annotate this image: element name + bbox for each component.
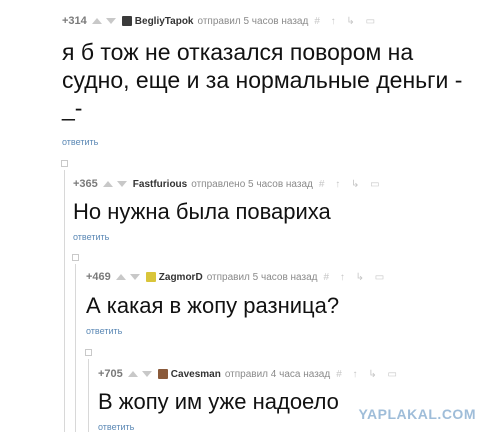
thread-line: [64, 170, 65, 432]
upvote-icon[interactable]: [102, 181, 113, 187]
thread-line: [75, 264, 76, 432]
collapse-toggle[interactable]: [85, 349, 92, 356]
site-watermark: YAPLAKAL.COM: [358, 406, 476, 422]
thread-line: [88, 359, 89, 432]
avatar[interactable]: [145, 272, 156, 282]
upvote-icon[interactable]: [115, 274, 126, 280]
comment-2-time: отправлено 5 часов назад: [191, 178, 313, 190]
comment-1-meta: +314 BegliyTapok отправил 5 часов назад …: [62, 15, 379, 27]
collapse-toggle[interactable]: [61, 160, 68, 167]
comment-1-tools[interactable]: # ↑ ↳ ▭: [314, 16, 379, 27]
comment-2-score: +365: [73, 178, 98, 190]
avatar[interactable]: [157, 369, 168, 379]
comment-1-reply-link[interactable]: ответить: [62, 137, 98, 147]
comment-4-score: +705: [98, 368, 123, 380]
comment-3-meta: +469 ZagmorD отправил 5 часов назад # ↑ …: [86, 271, 388, 283]
downvote-icon[interactable]: [105, 18, 116, 24]
avatar[interactable]: [121, 16, 132, 26]
comment-3-text: А какая в жопу разница?: [86, 293, 340, 318]
comment-4-reply-link[interactable]: ответить: [98, 422, 134, 432]
downvote-icon[interactable]: [116, 181, 127, 187]
comment-3-score: +469: [86, 271, 111, 283]
upvote-icon[interactable]: [127, 371, 138, 377]
collapse-toggle[interactable]: [72, 254, 79, 261]
comment-2-username[interactable]: Fastfurious: [133, 179, 187, 190]
comment-2-meta: +365 Fastfurious отправлено 5 часов наза…: [73, 178, 384, 190]
comment-4-meta: +705 Cavesman отправил 4 часа назад # ↑ …: [98, 368, 401, 380]
comment-4-username[interactable]: Cavesman: [171, 369, 221, 380]
downvote-icon[interactable]: [141, 371, 152, 377]
comment-4-time: отправил 4 часа назад: [224, 368, 331, 380]
comment-3-time: отправил 5 часов назад: [206, 271, 318, 283]
comment-1-score: +314: [62, 15, 87, 27]
comment-3-reply-link[interactable]: ответить: [86, 326, 122, 336]
comment-2-tools[interactable]: # ↑ ↳ ▭: [319, 179, 384, 190]
upvote-icon[interactable]: [91, 18, 102, 24]
comment-4-tools[interactable]: # ↑ ↳ ▭: [336, 369, 401, 380]
comment-2-reply-link[interactable]: ответить: [73, 232, 109, 242]
comment-1-username[interactable]: BegliyTapok: [135, 16, 194, 27]
comment-3-tools[interactable]: # ↑ ↳ ▭: [324, 272, 389, 283]
comment-4-text: В жопу им уже надоело: [98, 389, 339, 414]
downvote-icon[interactable]: [129, 274, 140, 280]
comment-2-text: Но нужна была повариха: [73, 199, 331, 224]
comment-3-username[interactable]: ZagmorD: [159, 272, 203, 283]
comment-1-time: отправил 5 часов назад: [197, 15, 309, 27]
comment-1-text: я б тож не отказался повором на судно, е…: [62, 39, 463, 121]
